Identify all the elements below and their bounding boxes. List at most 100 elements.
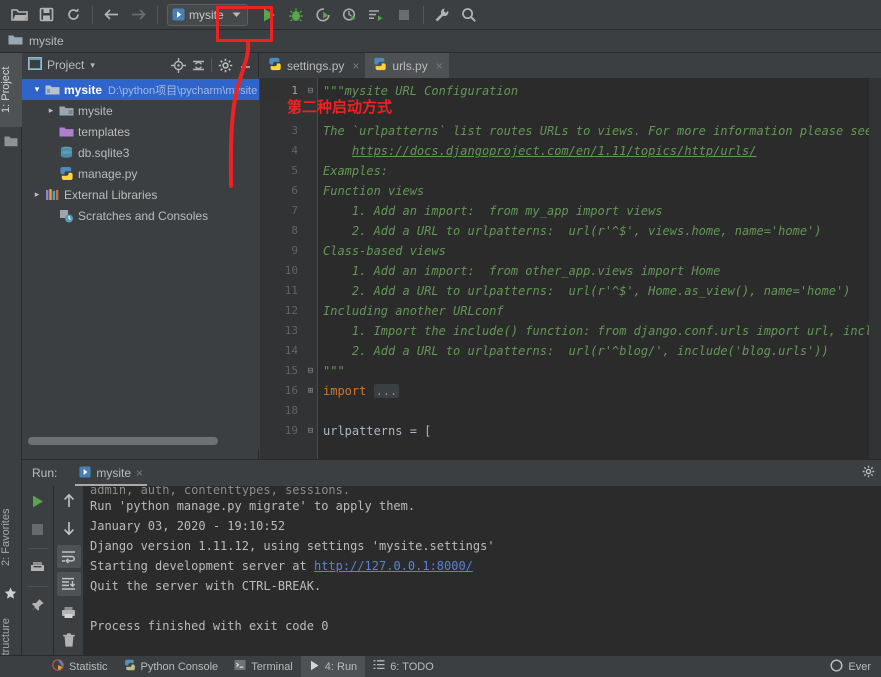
tree-row[interactable]: ▾ mysite D:\python项目\pycharm\mysite <box>22 79 259 100</box>
run-console-icon[interactable] <box>364 3 390 27</box>
run-tab-mysite[interactable]: mysite × <box>75 460 147 486</box>
breadcrumb[interactable]: mysite <box>29 34 64 48</box>
fold-marker[interactable] <box>304 241 317 261</box>
tree-row[interactable]: Scratches and Consoles <box>22 205 259 226</box>
twisty-collapsed-icon[interactable]: ▸ <box>44 105 58 116</box>
sync-icon[interactable] <box>60 3 86 27</box>
rerun-icon[interactable] <box>26 489 50 513</box>
main-toolbar: mysite <box>0 0 881 30</box>
sidebar-item-project[interactable]: 1: Project <box>0 53 22 127</box>
fold-marker[interactable] <box>304 201 317 221</box>
code-line: https://docs.djangoproject.com/en/1.11/t… <box>317 141 881 161</box>
code-text[interactable]: """mysite URL Configuration The `urlpatte… <box>317 78 881 459</box>
debug-bug-icon[interactable] <box>283 3 309 27</box>
fold-marker[interactable] <box>304 281 317 301</box>
tree-row[interactable]: db.sqlite3 <box>22 142 259 163</box>
fold-marker[interactable] <box>304 321 317 341</box>
statusbar-item-todo[interactable]: 6: TODO <box>365 656 442 677</box>
chevron-down-icon[interactable] <box>229 5 245 25</box>
libraries-icon <box>44 187 60 203</box>
scroll-from-source-icon[interactable] <box>168 55 188 75</box>
twisty-expanded-icon[interactable]: ▾ <box>30 84 44 95</box>
tab-settings-py[interactable]: settings.py × <box>260 53 365 78</box>
statusbar-item-terminal[interactable]: Terminal <box>226 656 301 677</box>
close-icon[interactable]: × <box>436 59 443 73</box>
statusbar-item-statistic[interactable]: Statistic <box>44 656 116 677</box>
editor-tabbar: settings.py × urls.py × <box>260 53 881 78</box>
code-span: Function views <box>323 184 425 198</box>
fold-marker[interactable] <box>304 141 317 161</box>
code-span[interactable]: https://docs.djangoproject.com/en/1.11/t… <box>352 144 757 158</box>
fold-marker[interactable]: ⊟ <box>304 361 317 381</box>
run-coverage-icon[interactable] <box>310 3 336 27</box>
save-all-icon[interactable] <box>33 3 59 27</box>
tab-urls-py[interactable]: urls.py × <box>365 53 449 78</box>
close-icon[interactable]: × <box>136 466 143 480</box>
line-number: 8 <box>291 224 298 237</box>
settings-wrench-icon[interactable] <box>429 3 455 27</box>
python-file-icon <box>58 166 74 182</box>
project-files-icon[interactable] <box>4 135 18 149</box>
trash-icon[interactable] <box>57 628 81 652</box>
run-configuration-selector[interactable]: mysite <box>167 3 248 26</box>
print-icon[interactable] <box>57 600 81 624</box>
tree-row[interactable]: manage.py <box>22 163 259 184</box>
tree-row[interactable]: templates <box>22 121 259 142</box>
code-span <box>323 144 352 158</box>
close-icon[interactable]: × <box>352 59 359 73</box>
scroll-to-end-icon[interactable] <box>56 572 81 597</box>
console-link[interactable]: http://127.0.0.1:8000/ <box>314 559 473 573</box>
statusbar-item-python-console[interactable]: Python Console <box>116 656 227 677</box>
fold-marker[interactable] <box>304 261 317 281</box>
statusbar-item-event-log[interactable]: Ever <box>822 656 879 677</box>
code-span: The `urlpatterns` list routes URLs to vi… <box>323 124 880 138</box>
project-view-dropdown-icon[interactable]: ▾ <box>90 60 95 71</box>
fold-marker[interactable] <box>304 401 317 421</box>
back-arrow-icon[interactable] <box>98 3 124 27</box>
tree-label: mysite <box>64 82 103 97</box>
project-horizontal-scrollbar[interactable] <box>28 437 218 445</box>
run-icon[interactable] <box>256 3 282 27</box>
fold-marker[interactable] <box>304 221 317 241</box>
python-file-icon <box>268 57 282 74</box>
print-settings-icon[interactable] <box>26 555 50 579</box>
down-arrow-icon[interactable] <box>57 517 81 541</box>
forward-arrow-icon[interactable] <box>125 3 151 27</box>
tree-row[interactable]: ▸ External Libraries <box>22 184 259 205</box>
folder-icon <box>8 34 23 49</box>
python-file-icon <box>373 57 387 74</box>
tree-row[interactable]: ▸ mysite <box>22 100 259 121</box>
twisty-collapsed-icon[interactable]: ▸ <box>30 189 44 200</box>
profile-icon[interactable] <box>337 3 363 27</box>
fold-marker[interactable] <box>304 161 317 181</box>
line-number: 19 <box>284 424 298 437</box>
console-output[interactable]: admin, auth, contenttypes, sessions. Run … <box>84 486 881 656</box>
settings-gear-icon[interactable] <box>862 465 875 481</box>
fold-marker[interactable] <box>304 181 317 201</box>
search-everywhere-icon[interactable] <box>456 3 482 27</box>
statusbar-item-run[interactable]: 4: Run <box>300 655 366 677</box>
code-span: 1. Add an import: from other_app.views i… <box>323 264 721 278</box>
fold-marker[interactable] <box>304 301 317 321</box>
sidebar-item-favorites[interactable]: 2: Favorites <box>0 493 22 581</box>
up-arrow-icon[interactable] <box>57 489 81 513</box>
console-text: Quit the server with CTRL-BREAK. <box>90 579 322 593</box>
pin-tab-icon[interactable] <box>26 593 50 617</box>
project-folder-icon <box>44 82 60 98</box>
fold-marker[interactable] <box>304 341 317 361</box>
fold-marker[interactable] <box>304 121 317 141</box>
open-folder-icon[interactable] <box>6 3 32 27</box>
settings-gear-icon[interactable] <box>215 55 235 75</box>
console-line: January 03, 2020 - 19:10:52 <box>90 516 881 536</box>
code-editor[interactable]: 1 2 3 4 5 6 7 8 9 10 11 12 13 14 15 16 18 19 ⊟ ⊟ ⊞ ⊟ """mysi… <box>260 78 881 459</box>
hide-panel-icon[interactable] <box>235 55 255 75</box>
fold-marker[interactable]: ⊞ <box>304 381 317 401</box>
code-span: 2. Add a URL to urlpatterns: url(r'^blog… <box>323 344 829 358</box>
collapse-all-icon[interactable] <box>188 55 208 75</box>
star-icon[interactable] <box>4 587 17 599</box>
fold-marker[interactable]: ⊟ <box>304 421 317 441</box>
editor-right-gutter[interactable] <box>869 78 881 459</box>
soft-wrap-icon[interactable] <box>56 544 81 569</box>
code-folding-gutter[interactable]: ⊟ ⊟ ⊞ ⊟ <box>304 78 317 459</box>
